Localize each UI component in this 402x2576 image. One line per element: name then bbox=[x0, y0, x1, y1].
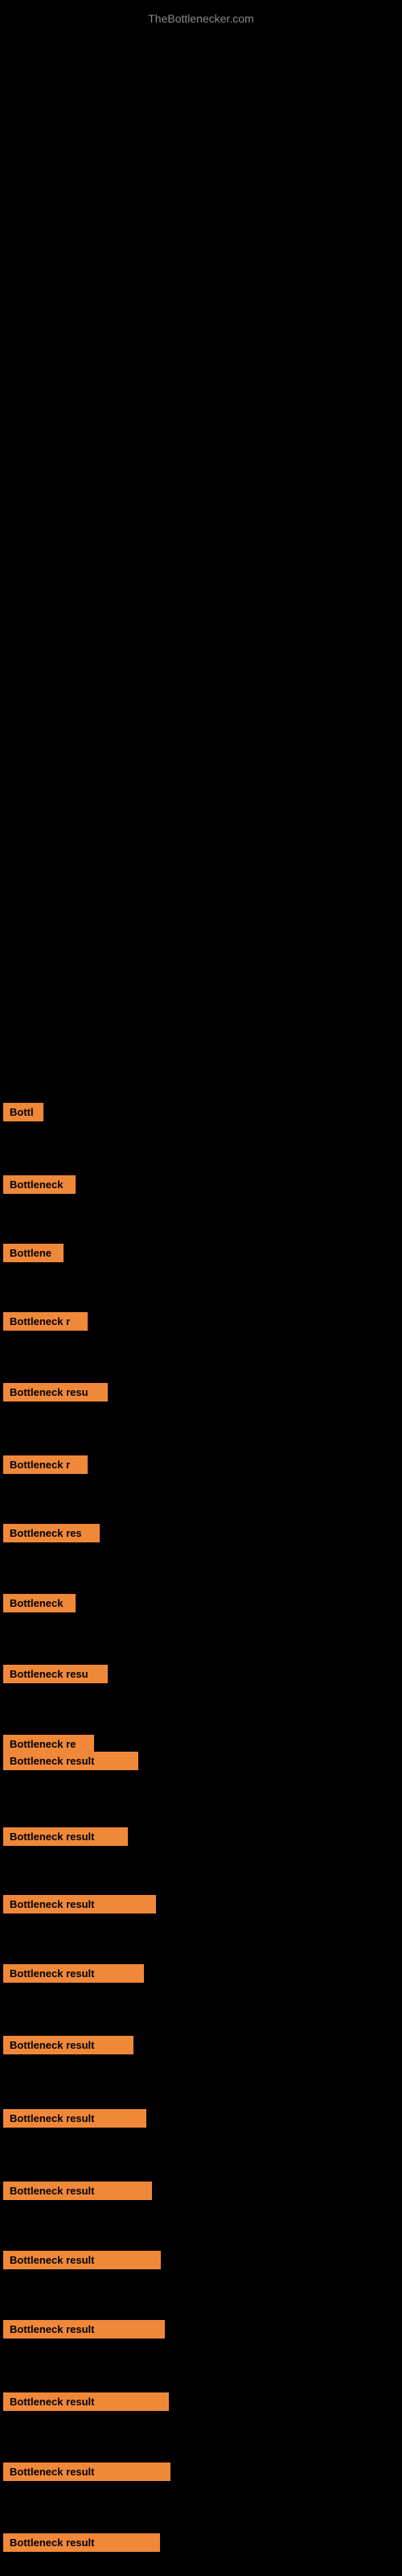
bottleneck-result-bar-6[interactable]: Bottleneck res bbox=[3, 1524, 100, 1542]
result-row-15: Bottleneck result bbox=[2, 2109, 146, 2133]
result-row-16: Bottleneck result bbox=[2, 2182, 152, 2206]
bottleneck-result-bar-13[interactable]: Bottleneck result bbox=[3, 1964, 144, 1983]
result-row-8: Bottleneck resu bbox=[2, 1665, 108, 1689]
bottleneck-result-bar-10[interactable]: Bottleneck result bbox=[3, 1752, 138, 1770]
bottleneck-result-bar-17[interactable]: Bottleneck result bbox=[3, 2251, 161, 2269]
bottleneck-result-bar-20[interactable]: Bottleneck result bbox=[3, 2462, 170, 2481]
bottleneck-result-bar-14[interactable]: Bottleneck result bbox=[3, 2036, 133, 2054]
result-row-21: Bottleneck result bbox=[2, 2533, 160, 2557]
result-row-17: Bottleneck result bbox=[2, 2251, 161, 2275]
result-row-13: Bottleneck result bbox=[2, 1964, 144, 1988]
bottleneck-result-bar-5[interactable]: Bottleneck r bbox=[3, 1455, 88, 1474]
bottleneck-result-bar-3[interactable]: Bottleneck r bbox=[3, 1312, 88, 1331]
bottleneck-result-bar-1[interactable]: Bottleneck bbox=[3, 1175, 76, 1194]
bottleneck-result-bar-0[interactable]: Bottl bbox=[3, 1103, 43, 1121]
bottleneck-result-bar-11[interactable]: Bottleneck result bbox=[3, 1827, 128, 1846]
bottleneck-result-bar-18[interactable]: Bottleneck result bbox=[3, 2320, 165, 2339]
site-title: TheBottlenecker.com bbox=[0, 4, 402, 29]
result-row-11: Bottleneck result bbox=[2, 1827, 128, 1852]
result-row-10: Bottleneck result bbox=[2, 1752, 138, 1776]
bottleneck-result-bar-2[interactable]: Bottlene bbox=[3, 1244, 64, 1262]
bottleneck-result-bar-16[interactable]: Bottleneck result bbox=[3, 2182, 152, 2200]
result-row-1: Bottleneck bbox=[2, 1175, 76, 1199]
bottleneck-result-bar-8[interactable]: Bottleneck resu bbox=[3, 1665, 108, 1683]
result-row-5: Bottleneck r bbox=[2, 1455, 88, 1480]
result-row-4: Bottleneck resu bbox=[2, 1383, 108, 1407]
result-row-19: Bottleneck result bbox=[2, 2392, 169, 2417]
result-row-20: Bottleneck result bbox=[2, 2462, 170, 2487]
result-row-7: Bottleneck bbox=[2, 1594, 76, 1618]
bottleneck-result-bar-19[interactable]: Bottleneck result bbox=[3, 2392, 169, 2411]
result-row-6: Bottleneck res bbox=[2, 1524, 100, 1548]
result-row-12: Bottleneck result bbox=[2, 1895, 156, 1919]
result-row-18: Bottleneck result bbox=[2, 2320, 165, 2344]
bottleneck-result-bar-21[interactable]: Bottleneck result bbox=[3, 2533, 160, 2552]
result-row-14: Bottleneck result bbox=[2, 2036, 133, 2060]
bottleneck-result-bar-15[interactable]: Bottleneck result bbox=[3, 2109, 146, 2128]
bottleneck-result-bar-9[interactable]: Bottleneck re bbox=[3, 1735, 94, 1753]
bottleneck-result-bar-12[interactable]: Bottleneck result bbox=[3, 1895, 156, 1913]
result-row-3: Bottleneck r bbox=[2, 1312, 88, 1336]
result-row-0: Bottl bbox=[2, 1103, 43, 1127]
bottleneck-result-bar-7[interactable]: Bottleneck bbox=[3, 1594, 76, 1612]
result-row-2: Bottlene bbox=[2, 1244, 64, 1268]
bottleneck-result-bar-4[interactable]: Bottleneck resu bbox=[3, 1383, 108, 1402]
